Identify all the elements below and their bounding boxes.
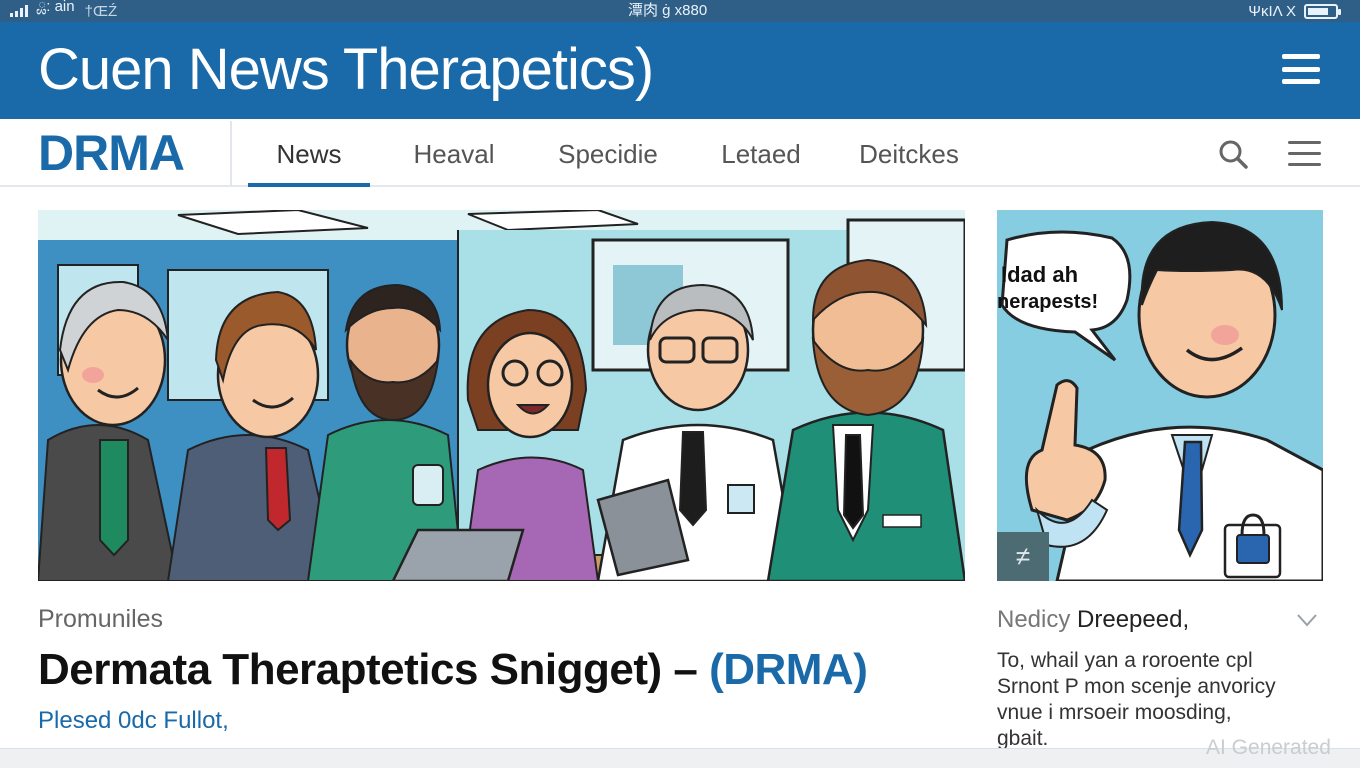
article-kicker: Promuniles xyxy=(38,605,164,633)
battery-text: ΨκΙΛ Χ xyxy=(1248,2,1296,20)
nav-menu-icon[interactable] xyxy=(1288,141,1321,166)
tag-icon[interactable]: ≠ xyxy=(997,532,1049,581)
status-bar: ྏ: ain †ŒŹ 潭肉 ġ х880 ΨκΙΛ Χ xyxy=(0,0,1360,22)
hero-illustration xyxy=(38,210,965,581)
side-illustration: Idad ah nerapests! xyxy=(997,210,1323,581)
speech-bubble-line2: nerapests! xyxy=(997,291,1098,313)
app-header: Cuen News Therapetics) xyxy=(0,22,1360,119)
chevron-down-icon[interactable] xyxy=(1296,612,1318,628)
side-card-title[interactable]: Nedicy Dreepeed, xyxy=(997,606,1189,634)
side-image[interactable]: Idad ah nerapests! ≠ xyxy=(997,210,1323,581)
bottom-bar xyxy=(0,748,1360,768)
tab-letaed[interactable]: Letaed xyxy=(686,119,836,187)
side-title-muted: Nedicy xyxy=(997,606,1071,633)
site-logo[interactable]: DRMA xyxy=(38,127,185,179)
hero-image[interactable] xyxy=(38,210,965,581)
tab-news[interactable]: News xyxy=(248,119,370,187)
battery-fill xyxy=(1308,7,1328,15)
hamburger-icon[interactable] xyxy=(1282,54,1320,84)
headline-text: Dermata Theraptetics Snigget) – xyxy=(38,645,710,694)
carrier-extra: †ŒŹ xyxy=(84,2,118,20)
signal-icon xyxy=(10,5,28,17)
side-body-line: vnue i mrsoeir moosding, xyxy=(997,701,1232,724)
headline-ticker: (DRMA) xyxy=(709,645,868,694)
tab-heaval[interactable]: Heaval xyxy=(378,119,530,187)
side-body-line: To, whail yan a roroente cpl xyxy=(997,649,1253,672)
watermark: AI Generated xyxy=(1206,736,1331,759)
nav-tabs: News Heaval Specidie Letaed Deitckes xyxy=(248,119,976,187)
status-right: ΨκΙΛ Χ xyxy=(1248,0,1341,22)
search-icon[interactable] xyxy=(1218,139,1248,169)
status-left: ྏ: ain †ŒŹ xyxy=(10,0,117,22)
article-byline[interactable]: Plesed 0dc Fullot, xyxy=(38,707,229,735)
tab-specidie[interactable]: Specidie xyxy=(536,119,680,187)
status-time: 潭肉 ġ х880 xyxy=(628,2,708,19)
side-body-line: Srnont P mon scenje anvoricy xyxy=(997,675,1276,698)
battery-icon xyxy=(1304,3,1341,19)
nav-bar: DRMA News Heaval Specidie Letaed Deitcke… xyxy=(0,119,1360,187)
tab-deitckes[interactable]: Deitckes xyxy=(842,119,976,187)
side-title-main: Dreepeed, xyxy=(1077,606,1190,633)
article-headline[interactable]: Dermata Theraptetics Snigget) – (DRMA) xyxy=(38,645,868,695)
speech-bubble-line1: Idad ah xyxy=(1001,262,1078,287)
nav-divider xyxy=(230,121,232,185)
app-title: Cuen News Therapetics) xyxy=(38,37,654,102)
